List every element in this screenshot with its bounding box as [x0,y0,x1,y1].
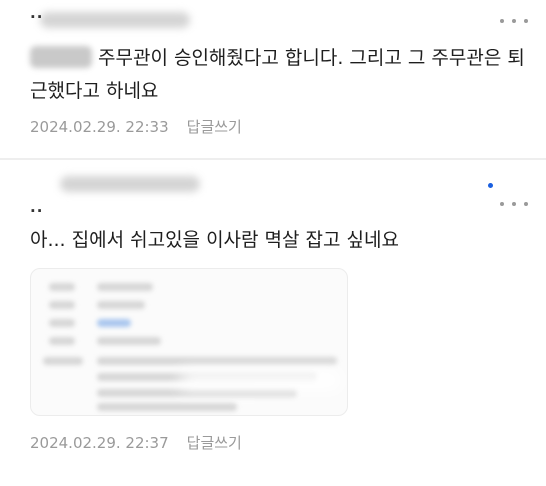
author-nickname[interactable]: .. [30,198,43,216]
mentioned-name-redacted [30,46,92,68]
comment-date: 2024.02.29. 22:33 [30,118,169,136]
more-dots-icon [512,202,516,206]
more-dots-icon [500,19,504,23]
comment-text: 아... 집에서 쉬고있을 이사람 멱살 잡고 싶네요 [30,229,399,251]
author-nickname-redacted [40,12,190,28]
more-dots-icon [512,19,516,23]
more-dots-icon [500,202,504,206]
comment-text-content: 주무관이 승인해줬다고 합니다. 그리고 그 주무관은 퇴근했다고 하네요 [30,47,525,102]
more-options-button[interactable] [500,199,528,209]
more-dots-icon [524,19,528,23]
comment-meta: 2024.02.29. 22:37 답글쓰기 [30,432,242,453]
comment-meta: 2024.02.29. 22:33 답글쓰기 [30,116,242,137]
attached-image-redacted[interactable] [30,268,348,416]
author-nickname[interactable]: .. [30,4,43,22]
comment-text: 주무관이 승인해줬다고 합니다. 그리고 그 주무관은 퇴근했다고 하네요 [30,42,530,108]
author-nickname-redacted [60,176,200,192]
comment-item: .. 아... 집에서 쉬고있을 이사람 멱살 잡고 싶네요 2024.02.2… [0,160,546,486]
more-dots-icon [524,202,528,206]
more-options-button[interactable] [500,16,528,26]
reply-button[interactable]: 답글쓰기 [187,118,242,136]
comment-date: 2024.02.29. 22:37 [30,434,169,452]
new-indicator-dot [488,183,493,188]
comment-item: .. 주무관이 승인해줬다고 합니다. 그리고 그 주무관은 퇴근했다고 하네요… [0,0,546,158]
reply-button[interactable]: 답글쓰기 [187,434,242,452]
